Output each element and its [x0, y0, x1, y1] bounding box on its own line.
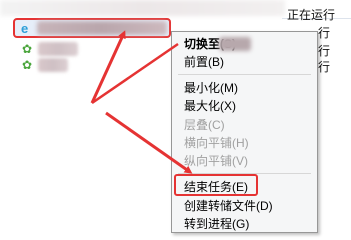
annotation-arrows: [90, 30, 193, 174]
arrow-to-end-task: [105, 111, 193, 174]
